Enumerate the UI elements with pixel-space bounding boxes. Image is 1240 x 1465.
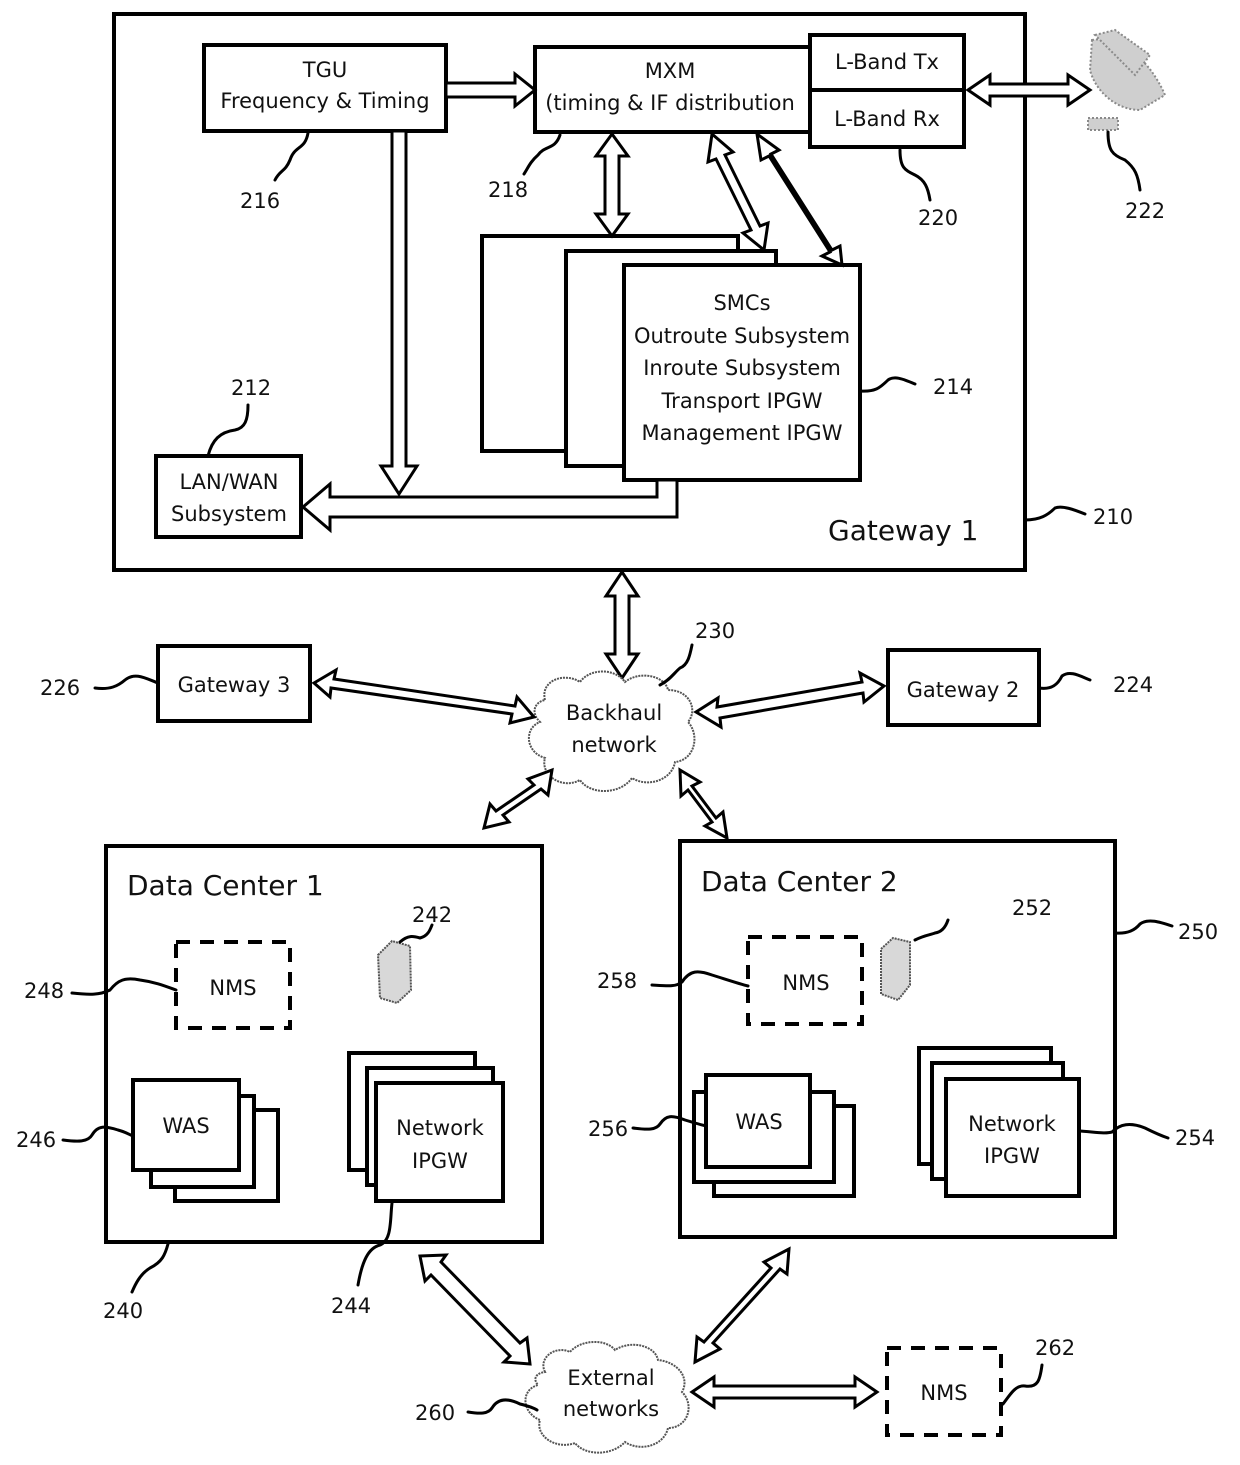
dc2-ipgw-subtitle: IPGW: [984, 1144, 1040, 1168]
satellite-dish-icon: [1087, 28, 1167, 131]
tgu-block[interactable]: TGU Frequency & Timing: [202, 43, 448, 133]
external-networks-cloud[interactable]: External networks: [524, 1341, 690, 1454]
dc1-nms-label: NMS: [209, 976, 256, 1000]
gateway-2[interactable]: Gateway 2: [886, 648, 1041, 727]
mxm-title: MXM: [645, 59, 696, 83]
ref-226: 226: [40, 676, 80, 700]
ref-256: 256: [588, 1117, 628, 1141]
ref-262: 262: [1035, 1336, 1075, 1360]
arrow-datacenter2-external: [693, 1246, 791, 1365]
arrow-backhaul-gateway2: [693, 670, 887, 730]
ref-250: 250: [1178, 920, 1218, 944]
mxm-block[interactable]: MXM (timing & IF distribution: [533, 45, 812, 134]
arrow-external-nms: [689, 1374, 880, 1410]
external-subtitle: networks: [563, 1397, 659, 1421]
ref-260: 260: [415, 1401, 455, 1425]
ref-220: 220: [918, 206, 958, 230]
ref-212: 212: [231, 376, 271, 400]
smc-line-2: Outroute Subsystem: [634, 324, 850, 348]
dc1-ipgw-title: Network: [396, 1116, 485, 1140]
arrow-lband-antenna: [965, 72, 1093, 108]
ref-218: 218: [488, 178, 528, 202]
ref-214: 214: [933, 375, 973, 399]
tgu-subtitle: Frequency & Timing: [220, 89, 429, 113]
arrow-backhaul-datacenter2: [678, 767, 729, 841]
ref-258: 258: [597, 969, 637, 993]
ref-210: 210: [1093, 505, 1133, 529]
dc1-ipgw-stack[interactable]: Network IPGW: [347, 1051, 505, 1203]
dc2-ipgw-title: Network: [968, 1112, 1057, 1136]
smc-line-3: Inroute Subsystem: [643, 356, 841, 380]
dc1-nms-block[interactable]: NMS: [174, 940, 292, 1030]
lband-rx-label: L-Band Rx: [834, 107, 940, 131]
dc2-ipgw-stack[interactable]: Network IPGW: [917, 1046, 1081, 1198]
gateway-1: Gateway 1 TGU Frequency & Timing MXM (ti…: [112, 12, 1093, 572]
arrow-backhaul-datacenter1: [481, 767, 554, 831]
gateway-3-label: Gateway 3: [178, 673, 291, 697]
ref-244: 244: [331, 1294, 371, 1318]
smc-stack[interactable]: SMCs Outroute Subsystem Inroute Subsyste…: [480, 234, 862, 482]
gateway-2-label: Gateway 2: [907, 678, 1020, 702]
ref-254: 254: [1175, 1126, 1215, 1150]
smc-line-1: SMCs: [713, 291, 770, 315]
arrow-gateway1-backhaul: [603, 569, 641, 681]
arrow-datacenter1-external: [418, 1253, 532, 1366]
network-architecture-diagram: Gateway 1 TGU Frequency & Timing MXM (ti…: [16, 12, 1218, 1454]
backhaul-subtitle: network: [571, 733, 657, 757]
smc-line-5: Management IPGW: [642, 421, 843, 445]
ref-216: 216: [240, 189, 280, 213]
data-center-2-title: Data Center 2: [701, 865, 898, 898]
ref-224: 224: [1113, 673, 1153, 697]
ref-242: 242: [412, 903, 452, 927]
dc1-was-label: WAS: [162, 1114, 209, 1138]
ref-240: 240: [103, 1299, 143, 1323]
lan-wan-subtitle: Subsystem: [171, 502, 287, 526]
ref-252: 252: [1012, 896, 1052, 920]
arrow-gateway3-backhaul: [311, 666, 537, 726]
dc1-ipgw-subtitle: IPGW: [412, 1149, 468, 1173]
lan-wan-title: LAN/WAN: [179, 470, 278, 494]
dc2-was-stack[interactable]: WAS: [692, 1073, 856, 1198]
ref-248: 248: [24, 979, 64, 1003]
external-nms-label: NMS: [920, 1381, 967, 1405]
lband-tx-label: L-Band Tx: [835, 50, 939, 74]
gateway-1-title: Gateway 1: [828, 514, 978, 547]
smc-line-4: Transport IPGW: [660, 389, 822, 413]
external-title: External: [567, 1366, 654, 1390]
dc2-nms-label: NMS: [782, 971, 829, 995]
lband-block[interactable]: L-Band Tx L-Band Rx: [808, 33, 966, 149]
dc2-was-label: WAS: [735, 1110, 782, 1134]
server-icon: [376, 939, 413, 1005]
backhaul-title: Backhaul: [566, 701, 662, 725]
ref-246: 246: [16, 1128, 56, 1152]
external-nms-block[interactable]: NMS: [885, 1346, 1003, 1437]
dc2-nms-block[interactable]: NMS: [746, 935, 864, 1026]
tgu-title: TGU: [302, 58, 347, 82]
ref-222: 222: [1125, 199, 1165, 223]
mxm-subtitle: (timing & IF distribution: [545, 91, 795, 115]
data-center-1-title: Data Center 1: [127, 869, 324, 902]
backhaul-network-cloud[interactable]: Backhaul network: [528, 670, 696, 792]
gateway-3[interactable]: Gateway 3: [156, 644, 312, 723]
data-center-1: Data Center 1 NMS WAS Network IPGW: [104, 844, 544, 1244]
lan-wan-block[interactable]: LAN/WAN Subsystem: [154, 454, 303, 539]
ref-230: 230: [695, 619, 735, 643]
